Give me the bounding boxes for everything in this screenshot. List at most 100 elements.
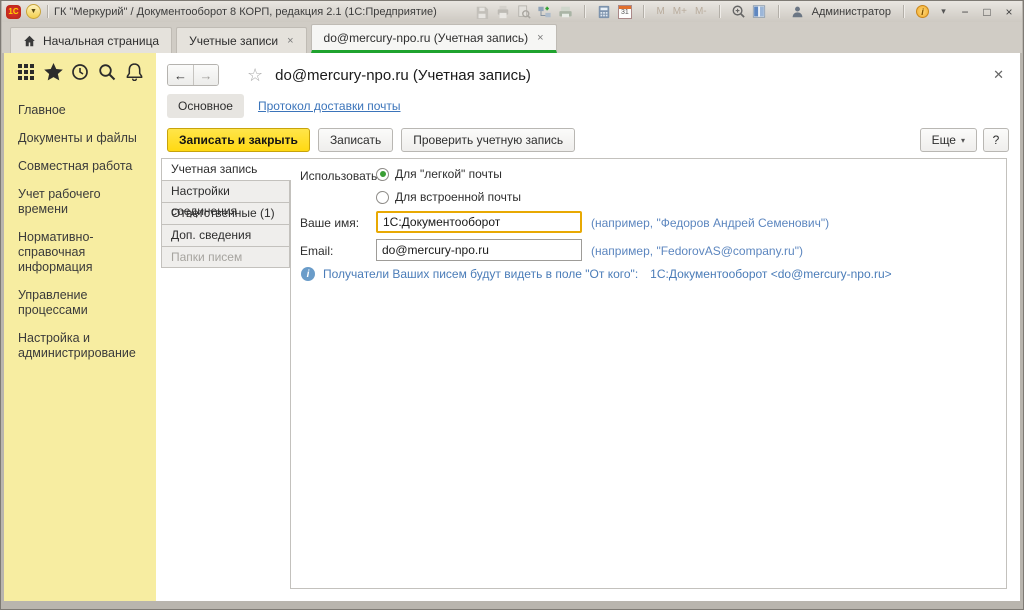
sidebar: Главное Документы и файлы Совместная раб…: [4, 53, 156, 601]
sections-grid-icon[interactable]: [16, 62, 36, 82]
notifications-bell-icon[interactable]: [124, 62, 144, 82]
memory-m-button[interactable]: M: [654, 4, 666, 20]
tab-accounts[interactable]: Учетные записи ×: [176, 27, 306, 53]
form-side-tabs: Учетная запись Настройки соединения Отве…: [161, 158, 291, 268]
vtab-connection-settings[interactable]: Настройки соединения: [161, 180, 290, 202]
1c-logo-icon: 1С: [6, 5, 21, 19]
tab-main-section[interactable]: Основное: [167, 94, 244, 118]
page-header: ← → ☆ do@mercury-npo.ru (Учетная запись)…: [167, 63, 1012, 87]
divider: [903, 5, 904, 18]
fax-icon[interactable]: [557, 4, 574, 20]
favorite-star-icon[interactable]: ☆: [247, 65, 263, 86]
user-icon: [789, 4, 806, 20]
email-hint: (например, "FedorovAS@company.ru"): [591, 244, 803, 258]
radio-light-mail-label: Для "легкой" почты: [395, 167, 502, 181]
form-toolbar: Записать и закрыть Записать Проверить уч…: [167, 127, 1009, 153]
vtab-additional-info[interactable]: Доп. сведения: [161, 224, 290, 246]
print-preview-icon[interactable]: [515, 4, 532, 20]
info-icon[interactable]: i: [914, 4, 931, 20]
app-window: 1С ▼ ГК "Меркурий" / Документооборот 8 К…: [0, 0, 1024, 610]
save-and-close-button[interactable]: Записать и закрыть: [167, 128, 310, 152]
close-button[interactable]: ×: [1000, 5, 1018, 19]
memory-m-plus-button[interactable]: M+: [671, 4, 689, 20]
sidebar-item-time-tracking[interactable]: Учет рабочего времени: [18, 180, 148, 223]
history-icon[interactable]: [70, 62, 90, 82]
tab-close-icon[interactable]: ×: [537, 32, 543, 44]
help-button[interactable]: ?: [983, 128, 1009, 152]
tab-account-detail-label: do@mercury-npo.ru (Учетная запись): [324, 31, 529, 45]
print-icon[interactable]: [494, 4, 511, 20]
split-view-icon[interactable]: [751, 4, 768, 20]
name-hint: (например, "Федоров Андрей Семенович"): [591, 216, 829, 230]
sidebar-item-reference-info[interactable]: Нормативно-справочная информация: [18, 223, 148, 281]
tab-home-label: Начальная страница: [43, 34, 159, 48]
divider: [47, 5, 48, 18]
home-icon: [23, 35, 36, 47]
email-input[interactable]: [376, 239, 582, 261]
info-icon: i: [301, 267, 315, 281]
title-bar: 1С ▼ ГК "Меркурий" / Документооборот 8 К…: [2, 1, 1022, 22]
calculator-icon[interactable]: [595, 4, 612, 20]
radio-button-icon[interactable]: [376, 191, 389, 204]
nav-buttons: ← →: [167, 64, 219, 86]
sidebar-icon-bar: [4, 53, 156, 86]
app-tab-strip: Начальная страница Учетные записи × do@m…: [2, 22, 1022, 53]
favorites-star-icon[interactable]: [43, 62, 63, 82]
zoom-icon[interactable]: [730, 4, 747, 20]
form-close-icon[interactable]: ✕: [993, 67, 1012, 83]
more-button[interactable]: Еще ▾: [920, 128, 977, 152]
calendar-icon[interactable]: 31: [616, 4, 633, 20]
sidebar-item-settings-admin[interactable]: Настройка и администрирование: [18, 324, 148, 367]
info-value: 1С:Документооборот <do@mercury-npo.ru>: [650, 267, 891, 281]
divider: [643, 5, 644, 18]
email-label: Email:: [300, 244, 333, 258]
content-area: ← → ☆ do@mercury-npo.ru (Учетная запись)…: [156, 53, 1020, 601]
current-user-label[interactable]: Администратор: [812, 6, 891, 18]
maximize-button[interactable]: □: [978, 5, 996, 19]
forward-button[interactable]: →: [193, 65, 218, 85]
titlebar-toolbar: 31 M M+ M- Администратор i ▾ − □ ×: [473, 4, 1018, 20]
sidebar-item-collaboration[interactable]: Совместная работа: [18, 152, 148, 180]
sidebar-item-process-management[interactable]: Управление процессами: [18, 281, 148, 324]
tab-account-detail[interactable]: do@mercury-npo.ru (Учетная запись) ×: [311, 24, 557, 53]
app-body: Главное Документы и файлы Совместная раб…: [4, 53, 1020, 601]
memory-m-minus-button[interactable]: M-: [693, 4, 709, 20]
radio-button-icon[interactable]: [376, 168, 389, 181]
radio-builtin-mail[interactable]: Для встроенной почты: [376, 190, 521, 204]
vtab-responsible[interactable]: Ответственные (1): [161, 202, 290, 224]
from-field-info: i Получатели Ваших писем будут видеть в …: [301, 267, 892, 281]
save-icon[interactable]: [473, 4, 490, 20]
info-text: Получатели Ваших писем будут видеть в по…: [323, 267, 638, 281]
page-title: do@mercury-npo.ru (Учетная запись): [275, 67, 531, 84]
data-exchange-icon[interactable]: [536, 4, 553, 20]
vtab-mail-folders: Папки писем: [161, 246, 290, 268]
sidebar-item-documents[interactable]: Документы и файлы: [18, 124, 148, 152]
name-input[interactable]: [376, 211, 582, 233]
tab-accounts-label: Учетные записи: [189, 34, 278, 48]
chevron-down-icon: ▾: [961, 136, 965, 145]
tab-mail-delivery-protocol[interactable]: Протокол доставки почты: [258, 99, 401, 113]
form-panel: Использовать: Для "легкой" почты Для вст…: [290, 158, 1007, 589]
back-button[interactable]: ←: [168, 65, 193, 85]
window-title: ГК "Меркурий" / Документооборот 8 КОРП, …: [54, 6, 437, 18]
radio-builtin-mail-label: Для встроенной почты: [395, 190, 521, 204]
account-form: Учетная запись Настройки соединения Отве…: [161, 158, 1007, 589]
sidebar-menu: Главное Документы и файлы Совместная раб…: [4, 86, 156, 367]
divider: [719, 5, 720, 18]
divider: [584, 5, 585, 18]
vtab-account[interactable]: Учетная запись: [161, 158, 291, 180]
main-menu-button[interactable]: ▼: [26, 4, 41, 19]
more-button-label: Еще: [932, 133, 956, 147]
divider: [778, 5, 779, 18]
save-button[interactable]: Записать: [318, 128, 393, 152]
name-label: Ваше имя:: [300, 216, 359, 230]
search-icon[interactable]: [97, 62, 117, 82]
tab-home[interactable]: Начальная страница: [10, 27, 172, 53]
chevron-down-icon[interactable]: ▾: [935, 4, 952, 20]
radio-light-mail[interactable]: Для "легкой" почты: [376, 167, 502, 181]
sidebar-item-main[interactable]: Главное: [18, 96, 148, 124]
minimize-button[interactable]: −: [956, 5, 974, 19]
tab-close-icon[interactable]: ×: [287, 35, 293, 47]
use-label: Использовать:: [300, 169, 381, 183]
check-account-button[interactable]: Проверить учетную запись: [401, 128, 575, 152]
